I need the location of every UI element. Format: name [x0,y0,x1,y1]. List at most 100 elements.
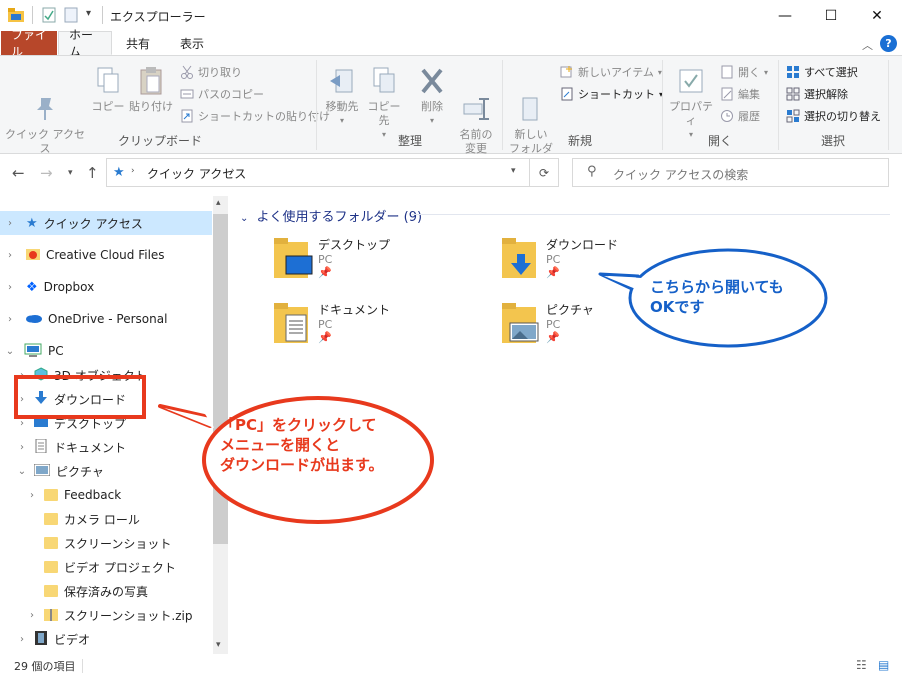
maximize-button[interactable]: ☐ [808,0,854,31]
customize-quick-access-icon[interactable]: ▾ [86,8,91,19]
move-to-label: 移動先 [325,100,359,113]
star-icon: ★ [113,165,125,180]
up-arrow-icon[interactable]: ↑ [86,164,99,182]
tab-home[interactable]: ホーム [58,28,112,59]
easy-access-button[interactable]: ショートカット ▾ [560,86,663,102]
open-button[interactable]: 開く ▾ [720,64,768,80]
edit-icon [720,87,734,101]
folder-icon [44,513,58,525]
delete-button[interactable]: 削除 ▾ [416,66,448,128]
collapse-ribbon-icon[interactable]: ︿ [862,37,873,53]
tab-share[interactable]: 共有 [116,31,160,55]
nav-item-videos[interactable]: › ビデオ [0,627,212,651]
nav-item-label: Feedback [64,488,122,502]
folder-name: デスクトップ [318,238,391,252]
scroll-down-icon[interactable]: ▾ [216,640,221,650]
search-input[interactable]: ⚲ クイック アクセスの検索 [572,158,889,187]
back-arrow-icon[interactable]: ← [12,164,25,182]
recent-locations-icon[interactable]: ▾ [68,168,73,178]
chevron-right-icon[interactable]: › [4,314,16,325]
properties-quick-icon[interactable] [42,7,56,23]
chevron-right-icon[interactable]: › [4,218,16,229]
chevron-right-icon[interactable]: › [16,418,28,429]
properties-label: プロパティ [669,100,713,127]
nav-item-screenshots-zip[interactable]: › スクリーンショット.zip [0,603,212,627]
dropbox-icon: ❖ [26,279,38,295]
help-icon[interactable]: ? [880,35,897,52]
nav-item-saved-pictures[interactable]: 保存済みの写真 [0,579,212,603]
cut-label: 切り取り [198,66,242,79]
nav-item-pc[interactable]: ⌄ PC [0,339,212,363]
rename-icon [462,80,490,120]
select-none-button[interactable]: 選択解除 [786,86,848,102]
address-dropdown-icon[interactable]: ▾ [511,166,516,176]
frequent-folders-header[interactable]: ⌄ よく使用するフォルダー (9) [240,206,422,225]
folder-tile-documents[interactable]: ドキュメント PC 📌 [272,301,472,344]
copy-button[interactable]: コピー [90,66,126,114]
address-bar[interactable]: ★ › クイック アクセス › ▾ [106,158,530,187]
red-callout: 「PC」をクリックして メニューを開くと ダウンロードが出ます。 [158,394,434,528]
refresh-icon[interactable]: ⟳ [530,158,559,187]
organize-group-label: 整理 [397,134,422,148]
document-icon [34,438,48,456]
nav-item-screenshots[interactable]: スクリーンショット [0,531,212,555]
nav-item-label: Dropbox [43,280,95,294]
invert-selection-button[interactable]: 選択の切り替え [786,108,881,124]
chevron-right-icon[interactable]: › [231,166,235,176]
select-all-button[interactable]: すべて選択 [786,64,858,80]
section-title: よく使用するフォルダー (9) [256,210,423,225]
paste-shortcut-button[interactable]: ショートカットの貼り付け [180,108,330,124]
nav-item-quick-access[interactable]: › ★ クイック アクセス [0,211,212,235]
nav-item-label: ビデオ プロジェクト [64,560,176,575]
forward-arrow-icon[interactable]: → [40,164,53,182]
new-item-button[interactable]: 新しいアイテム ▾ [560,64,662,80]
chevron-right-icon[interactable]: › [16,442,28,453]
chevron-right-icon[interactable]: › [131,166,135,176]
paste-shortcut-icon [180,109,194,123]
chevron-down-icon[interactable]: ⌄ [240,213,248,224]
nav-item-label: ドキュメント [54,440,127,455]
nav-item-creative-cloud[interactable]: › Creative Cloud Files [0,243,212,267]
chevron-down-icon[interactable]: ⌄ [16,466,28,477]
nav-item-label: スクリーンショット.zip [64,608,193,623]
blue-callout: こちらから開いても OKです [598,246,830,350]
paste-button[interactable]: 貼り付け [128,66,174,114]
properties-button[interactable]: プロパティ ▾ [666,66,716,142]
folder-tile-desktop[interactable]: デスクトップ PC 📌 [272,236,472,279]
copy-to-button[interactable]: コピー先 ▾ [364,66,404,142]
edit-button[interactable]: 編集 [720,86,760,102]
nav-item-label: 保存済みの写真 [64,584,149,599]
nav-item-onedrive[interactable]: › OneDrive - Personal [0,307,212,331]
minimize-button[interactable]: — [762,0,808,31]
chevron-right-icon[interactable]: › [4,282,16,293]
history-button[interactable]: 履歴 [720,108,760,124]
chevron-right-icon[interactable]: › [16,634,28,645]
chevron-right-icon[interactable]: › [4,250,16,261]
large-icons-view-icon[interactable]: ▤ [878,658,889,672]
new-folder-quick-icon[interactable] [64,7,78,23]
nav-item-label: OneDrive - Personal [48,312,168,326]
copy-path-button[interactable]: パスのコピー [180,86,264,102]
creative-cloud-icon [26,248,40,263]
close-button[interactable]: ✕ [854,0,900,31]
scissors-icon [180,65,194,79]
nav-item-label: ビデオ [54,632,91,647]
explorer-app-icon[interactable] [8,8,24,22]
details-view-icon[interactable]: ☷ [856,658,867,672]
nav-item-video-projects[interactable]: ビデオ プロジェクト [0,555,212,579]
star-icon: ★ [26,215,38,231]
chevron-right-icon[interactable]: › [26,490,38,501]
tab-file[interactable]: ファイル [1,28,57,59]
chevron-down-icon[interactable]: ⌄ [4,346,16,357]
move-to-button[interactable]: 移動先 ▾ [320,66,364,128]
nav-item-dropbox[interactable]: › ❖ Dropbox [0,275,212,299]
scroll-up-icon[interactable]: ▴ [216,198,221,208]
search-placeholder: クイック アクセスの検索 [613,168,749,182]
history-icon [720,109,734,123]
easy-access-label: ショートカット [578,88,655,101]
red-callout-line: 「PC」をクリックして [220,416,377,434]
tab-view[interactable]: 表示 [170,31,214,55]
pin-icon: 📌 [318,266,332,279]
cut-button[interactable]: 切り取り [180,64,242,80]
chevron-right-icon[interactable]: › [26,610,38,621]
